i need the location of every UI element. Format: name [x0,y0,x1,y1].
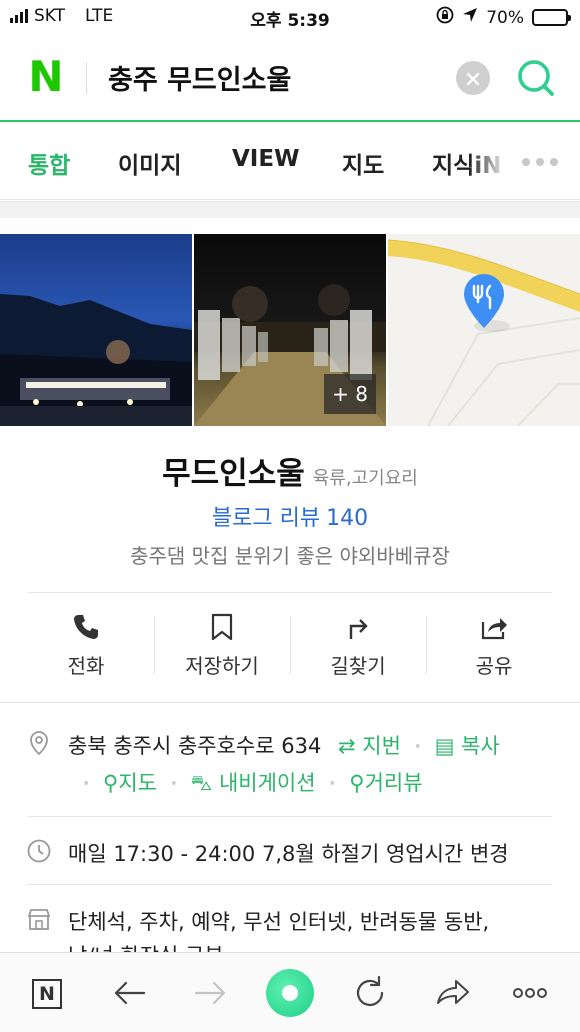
header-divider [86,62,87,94]
search-tabs: 통합 이미지 VIEW 지도 지식iN [0,124,580,200]
more-dots-icon [513,988,547,998]
rotation-lock-icon [436,6,454,29]
map-link[interactable]: ⚲지도 [103,771,157,795]
place-photo-night-pavilions[interactable]: + 8 [194,234,386,426]
divider [28,884,552,885]
tab-knowledge[interactable]: 지식iN [432,146,501,180]
copy-icon: ▤ [434,734,455,758]
clear-search-button[interactable] [456,61,490,95]
forward-arrow-icon [194,981,226,1005]
jibun-button[interactable]: ⇄ 지번 [338,734,401,758]
place-description: 충주댐 맛집 분위기 좋은 야외바베큐장 [130,544,450,568]
directions-button[interactable]: 길찾기 [290,594,426,698]
back-button[interactable] [108,971,152,1015]
navigation-link[interactable]: ⛍ 내비게이션 [191,771,316,795]
call-button[interactable]: 전화 [18,594,154,698]
street-view-pin-icon: ⚲ [349,771,365,795]
place-name[interactable]: 무드인소울 [162,456,305,492]
more-tabs-icon[interactable] [522,158,558,166]
status-bar: SKT LTE 오후 5:39 70% [0,0,580,34]
search-button[interactable] [514,56,558,100]
dot-separator: • [169,776,178,792]
close-icon [466,64,480,92]
directions-label: 길찾기 [330,654,386,678]
address-links-row: • ⚲지도 • ⛍ 내비게이션 • ⚲거리뷰 [76,767,423,798]
location-map-thumbnail[interactable] [388,234,580,426]
refresh-button[interactable] [348,971,392,1015]
battery-percent: 70% [486,7,524,28]
naver-logo[interactable]: N [26,56,66,98]
street-view-link[interactable]: ⚲거리뷰 [349,771,422,795]
save-button[interactable]: 저장하기 [154,594,290,698]
back-arrow-icon [114,981,146,1005]
divider [28,816,552,817]
share-arrow-icon [437,980,469,1004]
search-input[interactable]: 충주 무드인소울 [108,58,291,97]
map-pin-icon: ⚲ [102,771,119,795]
copy-label: 복사 [461,734,500,758]
battery-icon [532,9,571,26]
section-gap [0,202,580,218]
action-bar: 전화 저장하기 길찾기 공유 [18,594,562,698]
dot-separator: • [413,739,422,755]
swap-arrows-icon: ⇄ [338,734,356,758]
business-hours: 매일 17:30 - 24:00 7,8월 하절기 영업시간 변경 [68,842,509,866]
naver-home-button[interactable]: N [32,979,62,1009]
car-icon: ⛍ [190,771,213,795]
page: SKT LTE 오후 5:39 70% N 충주 무드인소울 통합 이미지 VI… [0,0,580,1032]
divider [0,702,580,703]
dot-separator: • [328,776,337,792]
clock-icon [27,839,51,863]
tab-map[interactable]: 지도 [342,146,384,180]
search-header: N 충주 무드인소울 [0,34,580,122]
more-menu-button[interactable] [508,971,552,1015]
directions-icon [349,619,368,639]
blog-review-link[interactable]: 블로그 리뷰 140 [0,500,580,532]
divider [28,592,552,593]
browser-toolbar: N [0,952,580,1032]
place-title-row: 무드인소울 육류,고기요리 [0,448,580,493]
save-label: 저장하기 [185,654,259,678]
location-pin-icon [30,731,48,756]
address-text: 충북 충주시 충주호수로 634 [68,734,322,758]
phone-icon [74,615,98,639]
search-icon [514,60,558,104]
more-photos-badge[interactable]: + 8 [324,374,376,414]
tab-integrated[interactable]: 통합 [28,146,70,180]
refresh-icon [356,975,384,1006]
dot-separator: • [82,776,91,792]
place-photo-night-building[interactable] [0,234,192,426]
share-page-button[interactable] [430,971,474,1015]
green-dot-button[interactable] [266,969,314,1017]
share-button[interactable]: 공유 [426,594,562,698]
tab-view[interactable]: VIEW [232,146,299,172]
blog-review-label: 블로그 리뷰 [211,506,321,531]
call-label: 전화 [67,654,105,678]
copy-button[interactable]: ▤ 복사 [435,734,500,758]
forward-button[interactable] [188,971,232,1015]
amenities-text: 단체석, 주차, 예약, 무선 인터넷, 반려동물 동반, [68,910,490,934]
street-view-label: 거리뷰 [364,771,423,795]
location-arrow-icon [462,7,478,28]
navigation-label: 내비게이션 [218,771,316,795]
jibun-label: 지번 [362,734,401,758]
tab-images[interactable]: 이미지 [118,146,181,180]
address-row: 충북 충주시 충주호수로 634 ⇄ 지번 • ▤ 복사 [68,730,500,760]
bookmark-icon [211,613,233,641]
place-category: 육류,고기요리 [312,468,418,489]
store-icon [27,909,51,930]
blog-review-count: 140 [326,506,369,531]
share-icon [481,618,507,640]
map-label: 지도 [118,771,157,795]
share-label: 공유 [475,654,513,678]
